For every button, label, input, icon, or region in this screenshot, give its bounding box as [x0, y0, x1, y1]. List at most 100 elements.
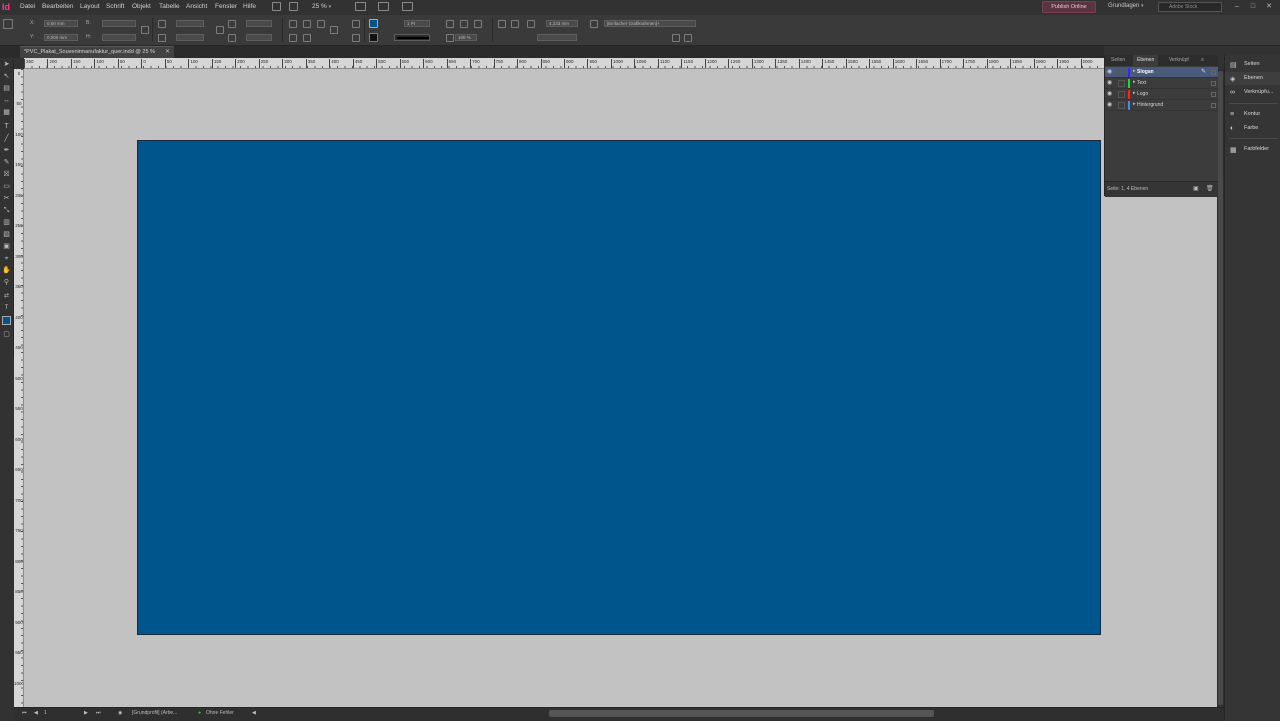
- menu-view[interactable]: Ansicht: [186, 3, 207, 10]
- vertical-ruler[interactable]: 0 50 100 150 200 250 300 350 400 450 500 550 600 650 7…: [14, 69, 24, 709]
- stroke-weight-field[interactable]: 1 Pt: [404, 20, 430, 27]
- menu-edit[interactable]: Bearbeiten: [42, 3, 73, 10]
- scale-x-field[interactable]: [176, 20, 204, 27]
- scissors-tool-icon[interactable]: ✂: [2, 194, 11, 203]
- expand-triangle-icon[interactable]: ▸: [1133, 68, 1136, 74]
- pen-tool-icon[interactable]: ✒: [2, 146, 11, 155]
- constrain-proportions-icon[interactable]: [141, 26, 149, 34]
- gradient-tool-icon[interactable]: ▥: [2, 218, 11, 227]
- object-style-select[interactable]: [Einfacher Grafikrahmen]+: [604, 20, 696, 27]
- stroke-type-select[interactable]: [394, 34, 430, 41]
- page-number-field[interactable]: 1: [44, 710, 47, 716]
- eye-icon[interactable]: ◉: [1107, 91, 1115, 98]
- stock-search-input[interactable]: Adobe Stock: [1158, 2, 1222, 12]
- gap-tool-icon[interactable]: ↔: [2, 96, 11, 105]
- vertical-scrollbar[interactable]: [1217, 69, 1224, 707]
- fit-content-icon[interactable]: [460, 20, 468, 28]
- hand-tool-icon[interactable]: ✋: [2, 266, 11, 275]
- fill-swatch[interactable]: [369, 19, 378, 28]
- dock-item-color[interactable]: ◐ Farbe: [1225, 122, 1280, 135]
- prev-page-icon[interactable]: ◀: [34, 710, 38, 716]
- layer-row-logo[interactable]: ◉ ▸ Logo: [1105, 89, 1218, 100]
- panel-menu-icon[interactable]: ≡: [1201, 55, 1204, 66]
- opacity-field[interactable]: 100 %: [455, 34, 477, 41]
- menu-table[interactable]: Tabelle: [159, 3, 180, 10]
- expand-triangle-icon[interactable]: ▸: [1133, 101, 1136, 107]
- workspace-switcher[interactable]: Grundlagen ▾: [1108, 3, 1144, 9]
- arrange-documents-icon[interactable]: [402, 2, 413, 11]
- dock-item-links[interactable]: ∞ Verknüpfu...: [1225, 86, 1280, 99]
- zoom-level-select[interactable]: 25 % ▾: [312, 2, 342, 12]
- document-page[interactable]: [137, 140, 1101, 635]
- formatting-affects-icon[interactable]: T: [2, 304, 11, 313]
- frame-fitting-icon[interactable]: [446, 20, 454, 28]
- screen-mode-icon[interactable]: ▢: [2, 330, 11, 339]
- drop-shadow-icon[interactable]: [446, 34, 454, 42]
- expand-triangle-icon[interactable]: ▸: [1133, 90, 1136, 96]
- panel-menu-icon[interactable]: [684, 34, 692, 42]
- page-tool-icon[interactable]: ▤: [2, 84, 11, 93]
- direct-selection-tool-icon[interactable]: ↖: [2, 72, 11, 81]
- tab-pages[interactable]: Seiten: [1107, 55, 1129, 66]
- menu-type[interactable]: Schrift: [106, 3, 124, 10]
- dock-item-stroke[interactable]: ≡ Kontur: [1225, 108, 1280, 121]
- close-icon[interactable]: ✕: [165, 47, 170, 58]
- tab-links[interactable]: Verknüpf: [1165, 55, 1193, 66]
- layer-row-text[interactable]: ◉ ▸ Text: [1105, 78, 1218, 89]
- shear-field[interactable]: [246, 34, 272, 41]
- screen-mode-icon[interactable]: [378, 2, 389, 11]
- eyedropper-tool-icon[interactable]: ⌖: [2, 254, 11, 263]
- x-position-field[interactable]: 0,00 mm: [44, 20, 78, 27]
- horizontal-scroll-thumb[interactable]: [549, 710, 934, 717]
- constrain-scale-icon[interactable]: [216, 26, 224, 34]
- rectangle-tool-icon[interactable]: ▭: [2, 182, 11, 191]
- swap-colors-icon[interactable]: ⇄: [2, 292, 11, 301]
- free-transform-tool-icon[interactable]: ⤡: [2, 206, 11, 215]
- eye-icon[interactable]: ◉: [1107, 102, 1115, 109]
- stock-icon[interactable]: [289, 2, 298, 11]
- open-page-icon[interactable]: ◉: [118, 710, 122, 716]
- content-collector-icon[interactable]: ▦: [2, 108, 11, 117]
- eye-icon[interactable]: ◉: [1107, 80, 1115, 87]
- scroll-left-icon[interactable]: ◀: [252, 710, 256, 716]
- lock-toggle[interactable]: [1118, 102, 1125, 109]
- vertical-scroll-thumb[interactable]: [1218, 71, 1223, 705]
- lock-toggle[interactable]: [1118, 80, 1125, 87]
- maximize-icon[interactable]: □: [1248, 2, 1258, 12]
- selection-indicator[interactable]: [1211, 103, 1216, 108]
- publish-online-button[interactable]: Publish Online: [1042, 1, 1096, 13]
- height-field[interactable]: [102, 34, 136, 41]
- last-page-icon[interactable]: ⏭: [96, 710, 101, 716]
- wrap-around-icon[interactable]: [511, 20, 519, 28]
- menu-help[interactable]: Hilfe: [243, 3, 256, 10]
- width-field[interactable]: [102, 20, 136, 27]
- effects-fx-icon[interactable]: [474, 20, 482, 28]
- selection-tool-icon[interactable]: ➤: [2, 60, 11, 69]
- layer-row-slogan[interactable]: ◉ ▸ Slogan ✎: [1105, 67, 1218, 78]
- flip-vertical-icon[interactable]: [303, 34, 311, 42]
- minimize-icon[interactable]: –: [1232, 2, 1242, 12]
- corner-options-field[interactable]: [537, 34, 577, 41]
- clear-overrides-icon[interactable]: [672, 34, 680, 42]
- trash-icon[interactable]: 🗑: [1206, 185, 1214, 192]
- note-tool-icon[interactable]: ▣: [2, 242, 11, 251]
- expand-triangle-icon[interactable]: ▸: [1133, 79, 1136, 85]
- y-position-field[interactable]: 0,000 mm: [44, 34, 78, 41]
- new-layer-icon[interactable]: ▣: [1193, 185, 1199, 192]
- dock-item-swatches[interactable]: ▦ Farbfelder: [1225, 143, 1280, 156]
- menu-file[interactable]: Datei: [20, 3, 35, 10]
- type-tool-icon[interactable]: T: [2, 122, 11, 131]
- rotation-field[interactable]: [246, 20, 272, 27]
- lock-toggle[interactable]: [1118, 69, 1125, 76]
- flip-icon[interactable]: [317, 20, 325, 28]
- selection-indicator[interactable]: [1211, 92, 1216, 97]
- eye-icon[interactable]: ◉: [1107, 69, 1115, 76]
- dock-item-layers[interactable]: ◈ Ebenen: [1225, 72, 1280, 85]
- line-tool-icon[interactable]: ╱: [2, 134, 11, 143]
- next-page-icon[interactable]: ▶: [84, 710, 88, 716]
- layer-row-background[interactable]: ◉ ▸ Hintergrund: [1105, 100, 1218, 111]
- rotate-ccw-icon[interactable]: [303, 20, 311, 28]
- tab-layers[interactable]: Ebenen: [1133, 55, 1159, 66]
- close-icon[interactable]: ✕: [1264, 2, 1274, 12]
- lock-toggle[interactable]: [1118, 91, 1125, 98]
